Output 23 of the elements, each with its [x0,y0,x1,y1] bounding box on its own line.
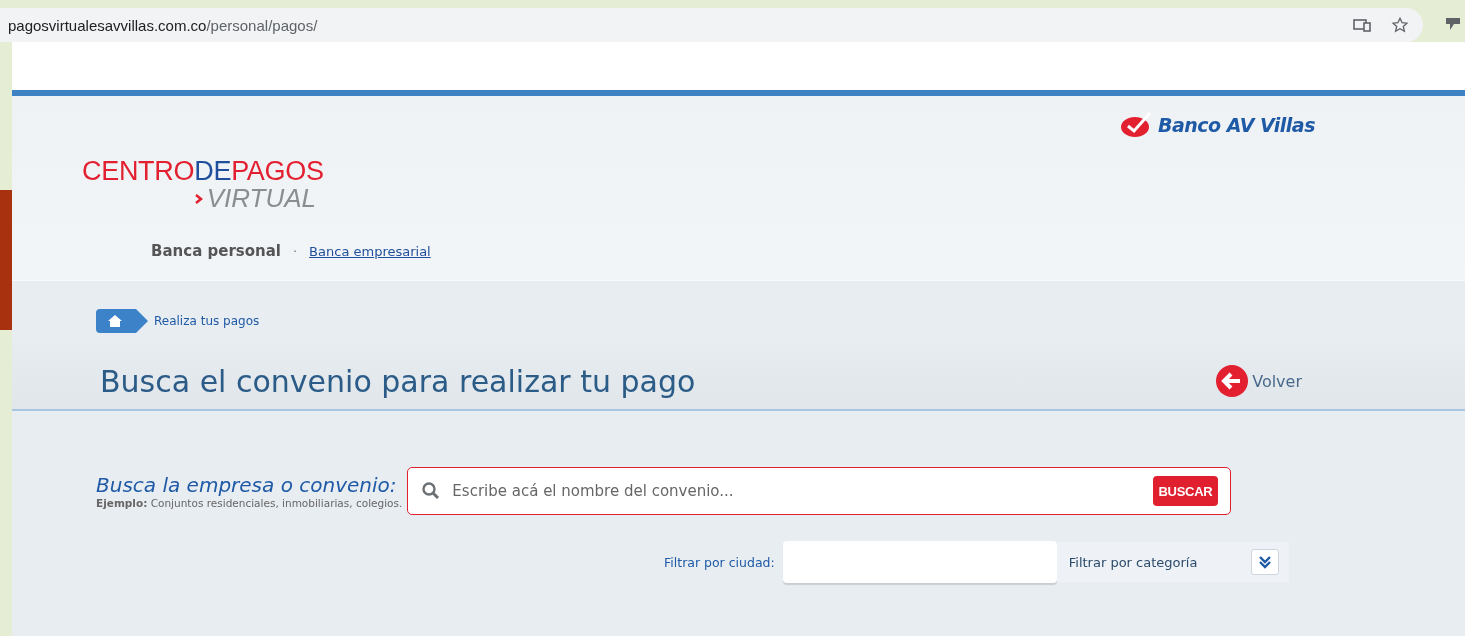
dropdown-button[interactable] [1250,549,1279,575]
separator-dot: · [292,243,298,259]
home-tab-icon[interactable] [96,309,148,333]
extension-icon[interactable] [1445,16,1461,32]
chevron-icon [194,193,203,204]
city-filter-field[interactable] [782,541,1057,583]
page-title: Busca el convenio para realizar tu pago [100,363,696,399]
category-filter-dropdown[interactable]: Filtrar por categoría [1056,542,1289,582]
star-icon[interactable] [1391,16,1409,34]
bank-logo: Banco AV Villas [1119,112,1315,138]
nav-link[interactable]: Banca empresarial [309,243,431,259]
search-button[interactable]: BUSCAR [1152,476,1219,506]
breadcrumb-link[interactable]: Realiza tus pagos [154,314,260,328]
nav-link[interactable]: Banca personal [151,242,281,260]
search-example: Ejemplo: Conjuntos residenciales, inmobiliarias, colegios. [96,497,403,509]
back-link[interactable]: Volver [1216,365,1302,397]
double-chevron-icon [1257,555,1272,569]
cast-icon[interactable] [1353,18,1371,32]
search-field[interactable]: Escribe acá el nombre del convenio... BUSCAR [407,467,1232,515]
search-icon [422,482,441,500]
checkmark-logo-icon [1119,112,1154,138]
search-label: Busca la empresa o convenio: [96,473,398,497]
city-filter-label: Filtrar por ciudad: [664,554,775,570]
